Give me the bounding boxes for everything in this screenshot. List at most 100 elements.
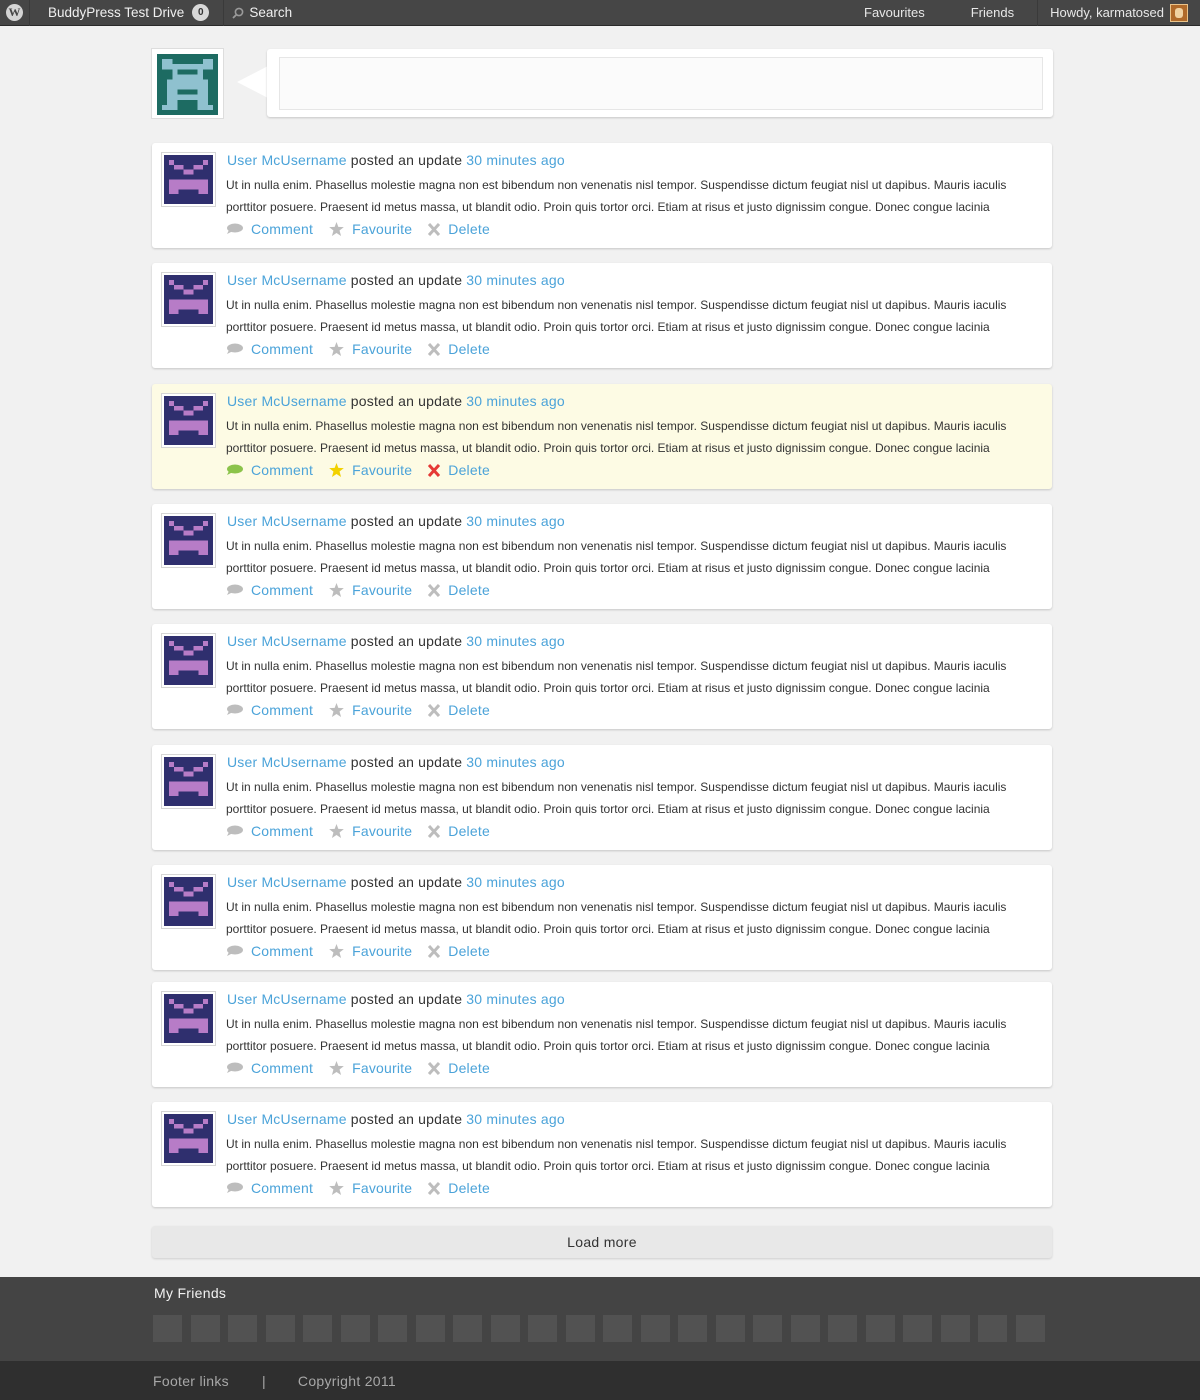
activity-timestamp-link[interactable]: 30 minutes ago	[466, 754, 565, 770]
comment-button[interactable]: Comment	[226, 341, 313, 357]
friend-avatar-placeholder[interactable]	[153, 1315, 182, 1342]
comment-label: Comment	[251, 702, 314, 718]
friend-avatar-placeholder[interactable]	[265, 1315, 295, 1342]
activity-avatar[interactable]	[161, 633, 216, 688]
activity-timestamp-link[interactable]: 30 minutes ago	[466, 633, 565, 649]
activity-avatar[interactable]	[161, 393, 216, 448]
friend-avatar-placeholder[interactable]	[303, 1315, 332, 1342]
delete-button[interactable]: Delete	[428, 943, 490, 959]
comment-label: Comment	[251, 341, 314, 357]
comment-button[interactable]: Comment	[226, 1060, 313, 1076]
activity-timestamp-link[interactable]: 30 minutes ago	[466, 874, 565, 890]
friend-avatar-placeholder[interactable]	[715, 1315, 745, 1342]
site-name-menu[interactable]: BuddyPress Test Drive 0	[30, 0, 225, 26]
friend-avatar-placeholder[interactable]	[865, 1315, 895, 1342]
activity-avatar[interactable]	[161, 754, 216, 809]
site-footer: Footer links | Copyright 2011	[0, 1361, 1200, 1400]
friend-avatar-placeholder[interactable]	[490, 1315, 520, 1342]
footer-links[interactable]: Footer links	[153, 1373, 229, 1389]
delete-icon	[428, 583, 441, 597]
delete-button[interactable]: Delete	[428, 1060, 490, 1076]
delete-button[interactable]: Delete	[428, 823, 490, 839]
activity-avatar[interactable]	[161, 1111, 216, 1166]
favourite-button[interactable]: Favourite	[329, 823, 412, 839]
friend-avatar-placeholder[interactable]	[190, 1315, 220, 1342]
activity-timestamp-link[interactable]: 30 minutes ago	[466, 152, 565, 168]
activity-user-link[interactable]: User McUsername	[227, 272, 347, 288]
favourite-button[interactable]: Favourite	[329, 221, 412, 237]
activity-item-highlighted: User McUsername posted an update 30 minu…	[152, 384, 1052, 489]
wordpress-logo-icon: W	[6, 4, 23, 21]
activity-user-link[interactable]: User McUsername	[227, 754, 347, 770]
activity-timestamp-link[interactable]: 30 minutes ago	[466, 393, 565, 409]
activity-user-link[interactable]: User McUsername	[227, 874, 347, 890]
activity-user-link[interactable]: User McUsername	[227, 633, 347, 649]
activity-user-link[interactable]: User McUsername	[227, 1111, 347, 1127]
notification-count-badge[interactable]: 0	[192, 4, 210, 21]
comment-button[interactable]: Comment	[226, 582, 313, 598]
delete-button[interactable]: Delete	[428, 702, 490, 718]
favourite-button[interactable]: Favourite	[329, 462, 412, 478]
friend-avatar-placeholder[interactable]	[378, 1315, 407, 1342]
friend-avatar-placeholder[interactable]	[453, 1315, 482, 1342]
whats-new-input[interactable]	[279, 57, 1043, 110]
favourite-button[interactable]: Favourite	[329, 582, 412, 598]
activity-timestamp-link[interactable]: 30 minutes ago	[466, 513, 565, 529]
load-more-button[interactable]: Load more	[152, 1226, 1052, 1258]
friend-avatar-placeholder[interactable]	[1015, 1315, 1045, 1342]
favourites-link[interactable]: Favourites	[841, 0, 948, 26]
activity-content: Ut in nulla enim. Phasellus molestie mag…	[226, 659, 1007, 695]
activity-user-link[interactable]: User McUsername	[227, 513, 347, 529]
friend-avatar-placeholder[interactable]	[903, 1315, 932, 1342]
friend-avatar-placeholder[interactable]	[603, 1315, 632, 1342]
wordpress-menu[interactable]: W	[0, 0, 30, 26]
favourite-button[interactable]: Favourite	[329, 341, 412, 357]
friend-avatar-placeholder[interactable]	[640, 1315, 670, 1342]
delete-button[interactable]: Delete	[428, 462, 490, 478]
admin-bar-search[interactable]: Search	[232, 5, 292, 20]
account-menu[interactable]: Howdy, karmatosed	[1037, 0, 1200, 26]
favourite-button[interactable]: Favourite	[329, 1060, 412, 1076]
friend-avatar-placeholder[interactable]	[678, 1315, 707, 1342]
current-user-avatar[interactable]	[151, 48, 224, 119]
activity-timestamp-link[interactable]: 30 minutes ago	[466, 272, 565, 288]
comment-button[interactable]: Comment	[226, 823, 313, 839]
comment-button[interactable]: Comment	[226, 702, 313, 718]
activity-content: Ut in nulla enim. Phasellus molestie mag…	[226, 178, 1007, 214]
favourite-button[interactable]: Favourite	[329, 1180, 412, 1196]
favourite-button[interactable]: Favourite	[329, 943, 412, 959]
delete-button[interactable]: Delete	[428, 341, 490, 357]
activity-avatar[interactable]	[161, 272, 216, 327]
friends-link[interactable]: Friends	[948, 0, 1037, 26]
friend-avatar-placeholder[interactable]	[753, 1315, 782, 1342]
favourite-button[interactable]: Favourite	[329, 702, 412, 718]
friend-avatar-placeholder[interactable]	[228, 1315, 257, 1342]
delete-button[interactable]: Delete	[428, 221, 490, 237]
comment-label: Comment	[251, 1060, 314, 1076]
activity-avatar[interactable]	[161, 152, 216, 207]
activity-timestamp-link[interactable]: 30 minutes ago	[466, 1111, 565, 1127]
activity-user-link[interactable]: User McUsername	[227, 393, 347, 409]
friend-avatar-placeholder[interactable]	[940, 1315, 970, 1342]
activity-avatar[interactable]	[161, 874, 216, 929]
friend-avatar-placeholder[interactable]	[340, 1315, 370, 1342]
comment-button[interactable]: Comment	[226, 462, 313, 478]
delete-button[interactable]: Delete	[428, 582, 490, 598]
friend-avatar-placeholder[interactable]	[978, 1315, 1007, 1342]
friend-avatar-placeholder[interactable]	[565, 1315, 595, 1342]
user-avatar	[1170, 3, 1188, 22]
comment-button[interactable]: Comment	[226, 221, 313, 237]
comment-button[interactable]: Comment	[226, 943, 313, 959]
friend-avatar-placeholder[interactable]	[528, 1315, 557, 1342]
activity-user-link[interactable]: User McUsername	[227, 152, 347, 168]
friend-avatar-placeholder[interactable]	[415, 1315, 445, 1342]
friend-avatar-placeholder[interactable]	[790, 1315, 820, 1342]
delete-button[interactable]: Delete	[428, 1180, 490, 1196]
activity-user-link[interactable]: User McUsername	[227, 991, 347, 1007]
activity-avatar[interactable]	[161, 513, 216, 568]
friend-avatar-placeholder[interactable]	[828, 1315, 857, 1342]
favourite-label: Favourite	[352, 823, 413, 839]
activity-avatar[interactable]	[161, 991, 216, 1046]
activity-timestamp-link[interactable]: 30 minutes ago	[466, 991, 565, 1007]
comment-button[interactable]: Comment	[226, 1180, 313, 1196]
